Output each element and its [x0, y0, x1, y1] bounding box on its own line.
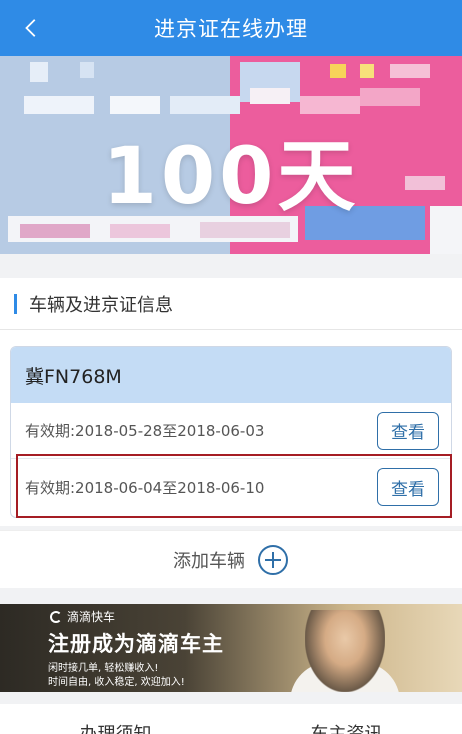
vehicle-area: 冀FN768M 有效期:2018-05-28至2018-06-03 查看 有效期…: [0, 330, 462, 526]
ad-subtitle: 闲时接几单, 轻松赚收入!: [48, 663, 159, 674]
promo-banner[interactable]: 100天: [0, 56, 462, 254]
vehicle-card: 冀FN768M 有效期:2018-05-28至2018-06-03 查看 有效期…: [10, 346, 452, 518]
section-accent-bar: [14, 293, 17, 314]
ad-brand-label: 滴滴快车: [67, 610, 116, 624]
app-header: 进京证在线办理: [0, 0, 462, 56]
bottom-tabs: 办理须知 车主资讯: [0, 704, 462, 734]
ad-banner[interactable]: 滴滴快车 注册成为滴滴车主 闲时接几单, 轻松赚收入! 时间自由, 收入稳定, …: [0, 604, 462, 692]
view-permit-button[interactable]: 查看: [377, 468, 439, 506]
permit-validity: 有效期:2018-05-28至2018-06-03: [25, 422, 265, 440]
permit-validity: 有效期:2018-06-04至2018-06-10: [25, 478, 265, 497]
ad-subtitle: 时间自由, 收入稳定, 欢迎加入!: [48, 677, 185, 688]
back-button[interactable]: [14, 10, 50, 46]
ad-title: 注册成为滴滴车主: [48, 632, 224, 656]
tab-owner-news[interactable]: 车主资讯: [231, 704, 462, 734]
section-title: 车辆及进京证信息: [29, 294, 173, 316]
tab-instructions[interactable]: 办理须知: [0, 704, 231, 734]
banner-headline: 100天: [102, 132, 360, 222]
chevron-left-icon: [25, 19, 36, 37]
ad-person-image: [305, 610, 385, 692]
section-header: 车辆及进京证信息: [0, 278, 462, 330]
permit-row: 有效期:2018-06-04至2018-06-10 查看: [11, 459, 451, 515]
ad-brand: 滴滴快车: [50, 608, 115, 625]
view-permit-button[interactable]: 查看: [377, 411, 439, 450]
plate-number: 冀FN768M: [11, 347, 451, 403]
permit-row: 有效期:2018-05-28至2018-06-03 查看: [11, 403, 451, 459]
page-title: 进京证在线办理: [154, 17, 308, 41]
plus-circle-icon: [258, 544, 288, 575]
didi-logo-icon: [50, 610, 62, 623]
add-vehicle-button[interactable]: 添加车辆: [0, 530, 462, 588]
add-vehicle-label: 添加车辆: [173, 550, 245, 572]
